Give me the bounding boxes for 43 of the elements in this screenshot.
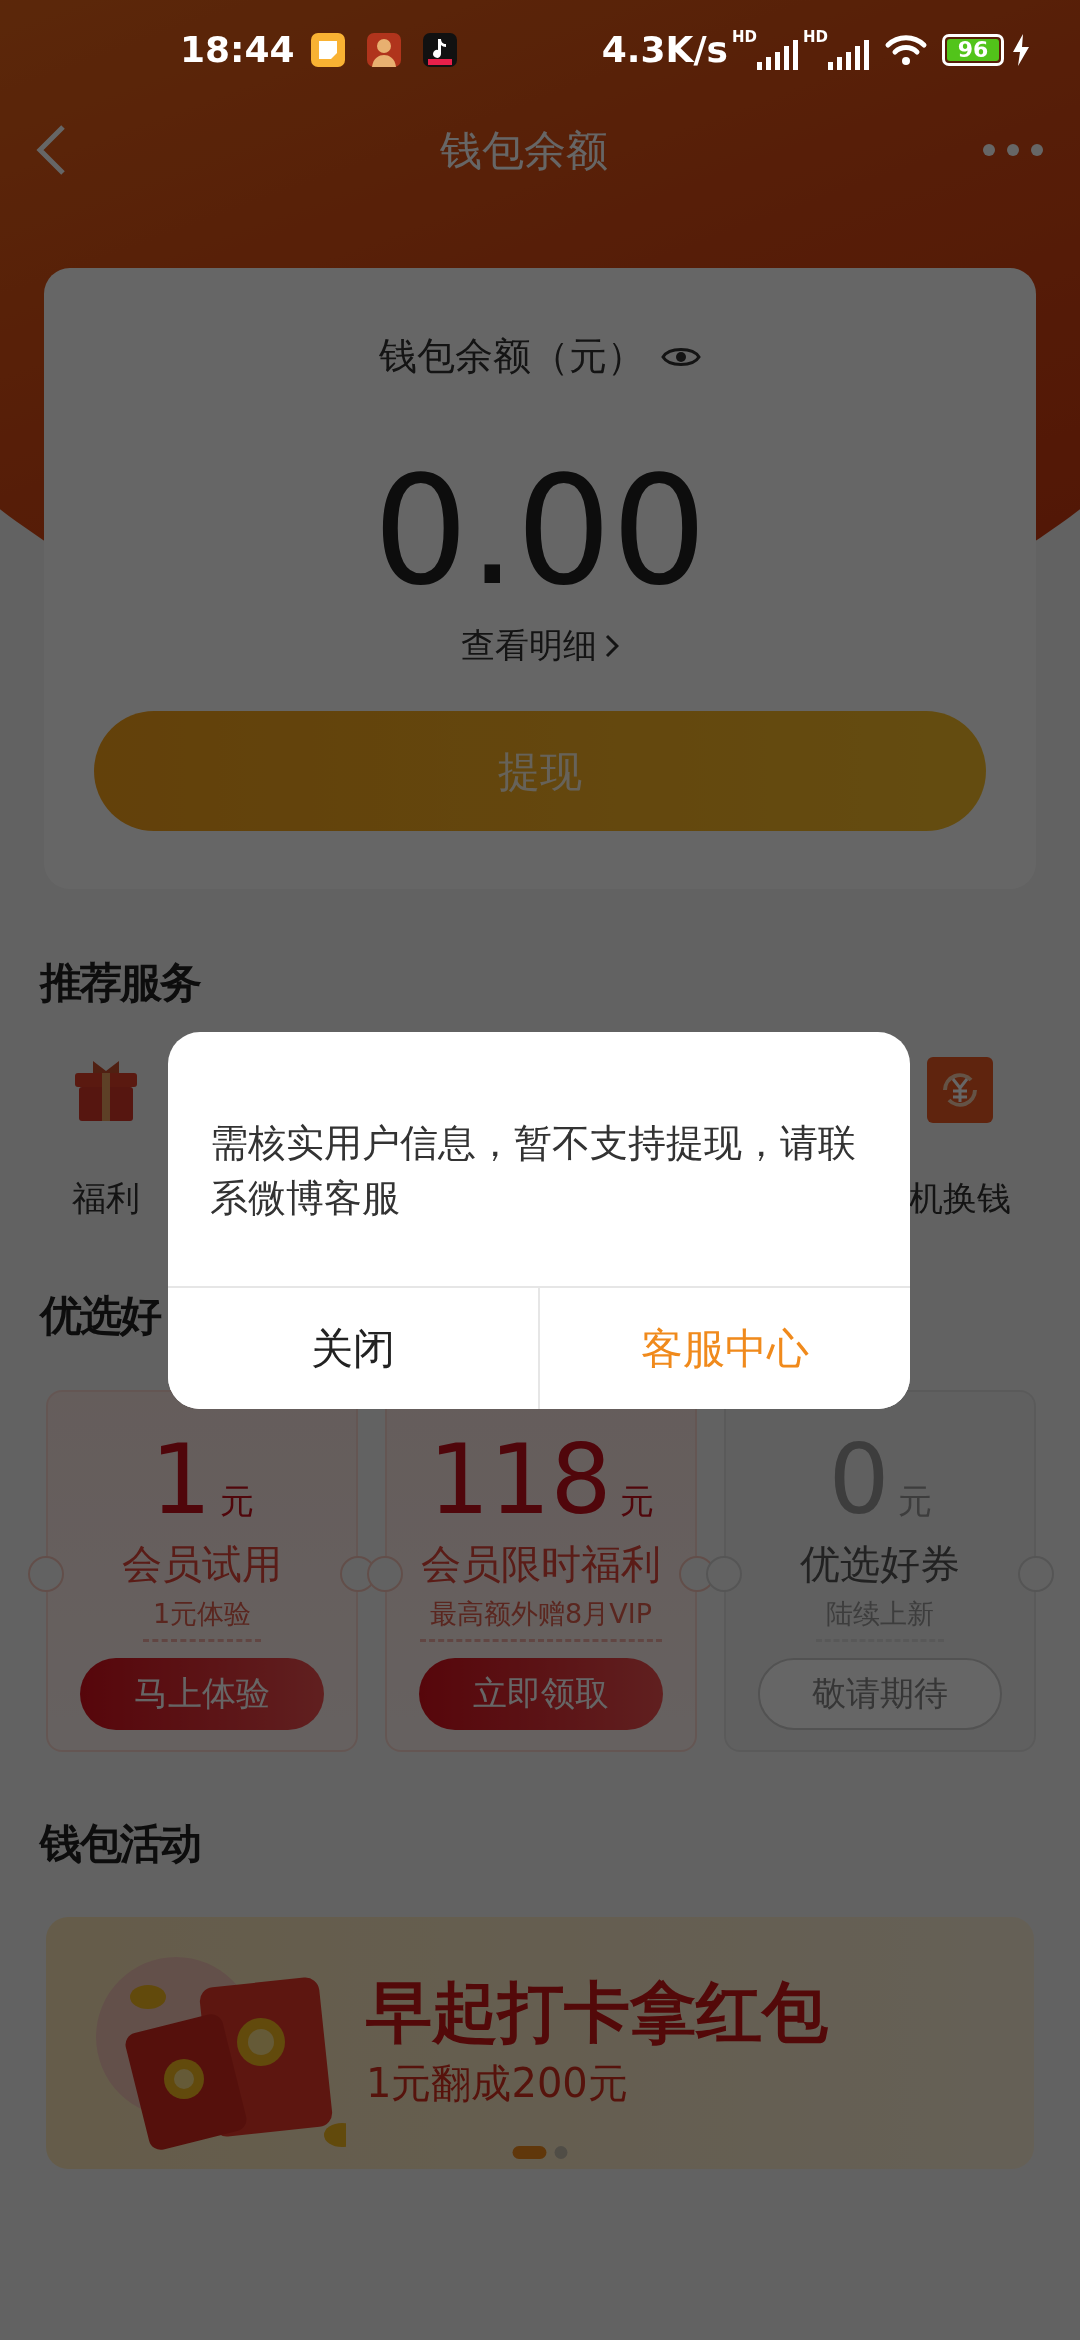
- ticket-notch: [28, 1556, 64, 1592]
- coupon-button[interactable]: 马上体验: [80, 1657, 324, 1730]
- coupon-unit: 元: [619, 1480, 654, 1523]
- wifi-icon: [884, 33, 928, 67]
- section-title: 钱包活动: [40, 1819, 200, 1868]
- battery-level: 96: [947, 39, 999, 61]
- signal-icon: [828, 40, 870, 70]
- withdraw-button[interactable]: 提现: [94, 711, 986, 831]
- coupon-unit: 元: [219, 1480, 254, 1523]
- balance-amount: 0.00: [372, 449, 708, 614]
- coupon-name: 优选好券: [800, 1540, 960, 1589]
- service-label[interactable]: 福利: [72, 1173, 140, 1224]
- network-speed: 4.3K/s: [601, 28, 728, 72]
- banner-subtitle: 1元翻成200元: [366, 2058, 629, 2108]
- notes-app-icon: [310, 33, 345, 67]
- music-note-app-icon: [422, 33, 457, 67]
- section-title: 优选好: [40, 1291, 160, 1340]
- game-app-icon: [366, 33, 401, 67]
- dialog-button[interactable]: 客服中心: [538, 1288, 910, 1410]
- details-link[interactable]: 查看明细: [461, 620, 597, 671]
- page-title: 钱包余额: [439, 124, 609, 177]
- signal-label: HD: [731, 30, 757, 45]
- coupon-amount: 118: [428, 1432, 612, 1528]
- coupon-name: 会员试用: [122, 1540, 282, 1589]
- coupon-name: 会员限时福利: [421, 1540, 661, 1589]
- more-icon[interactable]: [982, 143, 1044, 157]
- dialog-message: 需核实用户信息，暂不支持提现，请联系微博客服: [209, 1120, 857, 1223]
- coupon-amount: 1: [150, 1432, 212, 1528]
- chevron-right-icon: [605, 633, 619, 658]
- coupon-button[interactable]: 立即领取: [419, 1657, 663, 1730]
- promo-banner[interactable]: 早起打卡拿红包 1元翻成200元: [46, 1917, 1034, 2169]
- back-icon[interactable]: [36, 124, 66, 176]
- coupon-description: 1元体验: [142, 1594, 262, 1642]
- signal-icon: [757, 40, 799, 70]
- currency-exchange-icon: [927, 1057, 993, 1123]
- banner-title: 早起打卡拿红包: [366, 1973, 828, 2053]
- section-title: 推荐服务: [40, 958, 200, 1007]
- status-time: 18:44: [180, 28, 295, 72]
- coupon-description: 最高额外赠8月VIP: [420, 1594, 662, 1642]
- signal-label: HD: [803, 30, 828, 45]
- ticket-notch: [367, 1556, 403, 1592]
- balance-label: 钱包余额（元）: [379, 333, 645, 380]
- service-label[interactable]: 机换钱: [909, 1173, 1011, 1224]
